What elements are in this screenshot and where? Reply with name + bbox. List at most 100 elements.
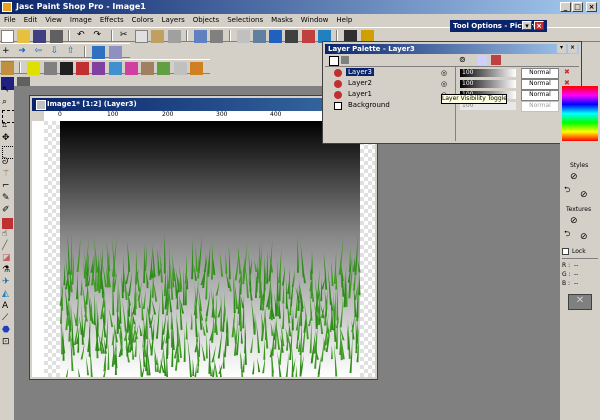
swap-textures-icon[interactable]: ⮌ bbox=[564, 228, 570, 242]
effect-12-icon[interactable] bbox=[189, 62, 203, 75]
opacity-slider[interactable]: 100 bbox=[460, 69, 516, 77]
tool-options-rollup-button[interactable]: ▾ bbox=[522, 21, 532, 30]
effect-9-icon[interactable] bbox=[141, 62, 155, 75]
foreground-texture-icon[interactable]: ⊘ bbox=[570, 216, 578, 226]
print-icon[interactable] bbox=[49, 30, 63, 43]
arrow-down-icon[interactable]: ⇩ bbox=[50, 46, 63, 59]
delete-layer-icon[interactable] bbox=[341, 56, 349, 64]
scratch-remover-icon[interactable]: ╱ bbox=[2, 242, 13, 253]
layer-row-layer3[interactable]: Layer3 ◎ 100 Normal ✖ bbox=[326, 68, 578, 79]
effect-11-icon[interactable] bbox=[173, 62, 187, 75]
crop-tool-icon[interactable]: ⌗ bbox=[2, 122, 13, 133]
undo-icon[interactable]: ↶ bbox=[76, 30, 89, 43]
menu-image[interactable]: Image bbox=[66, 14, 96, 24]
zoom-tool-icon[interactable]: ⌕ bbox=[2, 98, 13, 109]
lasso-tool-icon[interactable]: ᘐ bbox=[2, 158, 13, 169]
eraser-tool-icon[interactable]: ◪ bbox=[2, 254, 13, 265]
close-button[interactable]: × bbox=[586, 2, 597, 12]
layers-icon[interactable] bbox=[301, 30, 315, 43]
effect-7-icon[interactable] bbox=[108, 62, 122, 75]
effect-1-icon[interactable] bbox=[1, 62, 14, 75]
dropper-tool-icon[interactable]: ⌐ bbox=[2, 182, 13, 193]
effect-10-icon[interactable] bbox=[157, 62, 171, 75]
paste-new-icon[interactable] bbox=[167, 30, 181, 43]
image-map-icon[interactable] bbox=[108, 46, 122, 59]
layer-name[interactable]: Layer1 bbox=[348, 90, 372, 98]
background-style-icon[interactable]: ⊘ bbox=[580, 190, 588, 200]
magic-wand-icon[interactable]: ⚚ bbox=[2, 170, 13, 181]
opacity-header-icon[interactable] bbox=[477, 55, 487, 65]
swap-styles-icon[interactable]: ⮌ bbox=[564, 184, 570, 198]
cut-icon[interactable]: ✂ bbox=[119, 30, 132, 43]
menu-edit[interactable]: Edit bbox=[20, 14, 42, 24]
layer-palette-rollup-button[interactable]: ▾ bbox=[557, 44, 566, 53]
arrow-tool-icon[interactable]: ↖ bbox=[2, 86, 13, 97]
effect-6-icon[interactable] bbox=[92, 62, 106, 75]
layer-row-layer2[interactable]: Layer2 ◎ 100 Normal ✖ bbox=[326, 79, 578, 90]
screen-capture-icon[interactable] bbox=[210, 30, 224, 43]
layer-palette[interactable]: Layer Palette - Layer3 ▾ × ⊚ Layer3 ◎ 10… bbox=[322, 41, 582, 144]
effect-3-icon[interactable] bbox=[43, 62, 57, 75]
maximize-button[interactable]: □ bbox=[572, 2, 583, 12]
image-canvas[interactable] bbox=[44, 121, 375, 377]
effect-4-icon[interactable] bbox=[59, 62, 73, 75]
menu-effects[interactable]: Effects bbox=[96, 14, 128, 24]
menu-layers[interactable]: Layers bbox=[158, 14, 189, 24]
browse-icon[interactable] bbox=[194, 30, 208, 43]
mover-tool-icon[interactable]: ✥ bbox=[2, 134, 13, 145]
draw-tool-icon[interactable]: ⟋ bbox=[2, 314, 13, 325]
blend-header-icon[interactable] bbox=[491, 55, 501, 65]
menu-file[interactable]: File bbox=[0, 14, 20, 24]
blend-mode-select[interactable]: Normal bbox=[521, 79, 559, 90]
effect-8-icon[interactable] bbox=[124, 62, 138, 75]
color-replacer-icon[interactable] bbox=[2, 218, 13, 229]
zoom-in-icon[interactable] bbox=[236, 30, 250, 43]
globe-icon[interactable] bbox=[92, 46, 106, 59]
overview-icon[interactable] bbox=[285, 30, 299, 43]
new-layer-icon[interactable] bbox=[329, 56, 339, 66]
clone-brush-icon[interactable]: ✐ bbox=[2, 206, 13, 217]
layer-name[interactable]: Layer2 bbox=[348, 79, 372, 87]
arrow-left-icon[interactable]: ⇦ bbox=[33, 46, 46, 59]
lock-checkbox[interactable] bbox=[562, 248, 569, 255]
effect-2-icon[interactable] bbox=[27, 62, 41, 75]
flood-fill-icon[interactable]: ◭ bbox=[2, 290, 13, 301]
effect-5-icon[interactable] bbox=[76, 62, 90, 75]
opacity-slider[interactable]: 100 bbox=[460, 80, 516, 88]
picture-tube-icon[interactable]: ⚗ bbox=[2, 266, 13, 277]
preset-shapes-icon[interactable]: ⬣ bbox=[2, 326, 13, 337]
menu-selections[interactable]: Selections bbox=[223, 14, 267, 24]
minimize-button[interactable]: _ bbox=[560, 2, 571, 12]
palette-icon[interactable] bbox=[252, 30, 266, 43]
save-icon[interactable] bbox=[33, 30, 47, 43]
menu-objects[interactable]: Objects bbox=[189, 14, 223, 24]
layer-visibility-icon[interactable]: ◎ bbox=[441, 69, 447, 77]
layer-name[interactable]: Layer3 bbox=[346, 68, 374, 76]
arrow-right-icon[interactable]: ➜ bbox=[17, 46, 30, 59]
background-texture-icon[interactable]: ⊘ bbox=[580, 232, 588, 242]
menu-view[interactable]: View bbox=[41, 14, 66, 24]
airbrush-icon[interactable]: ✈ bbox=[2, 278, 13, 289]
object-selector-icon[interactable]: ⊡ bbox=[2, 338, 13, 349]
paintbrush-icon[interactable]: ✎ bbox=[2, 194, 13, 205]
blend-mode-select[interactable]: Normal bbox=[521, 90, 559, 101]
layer-lock-icon[interactable]: ✖ bbox=[564, 68, 570, 76]
text-tool-icon[interactable]: A bbox=[2, 302, 13, 313]
open-icon[interactable] bbox=[17, 30, 31, 43]
menu-masks[interactable]: Masks bbox=[267, 14, 297, 24]
histogram-icon[interactable] bbox=[269, 30, 283, 43]
copy-icon[interactable] bbox=[135, 30, 149, 43]
menu-window[interactable]: Window bbox=[297, 14, 333, 24]
color-picker[interactable] bbox=[562, 86, 598, 141]
layer-name[interactable]: Background bbox=[348, 101, 390, 109]
layer-palette-close-button[interactable]: × bbox=[568, 44, 577, 53]
crosshair-icon[interactable]: + bbox=[1, 46, 14, 59]
arrow-up-icon[interactable]: ⇧ bbox=[66, 46, 79, 59]
foreground-style-icon[interactable]: ⊘ bbox=[570, 172, 578, 182]
retouch-tool-icon[interactable]: ☝ bbox=[2, 230, 13, 241]
image-canvas-area[interactable] bbox=[44, 121, 375, 377]
redo-icon[interactable]: ↷ bbox=[92, 30, 105, 43]
tool-options-palette[interactable]: Tool Options - Picture ▾ × bbox=[450, 20, 547, 32]
layer-visibility-icon[interactable]: ◎ bbox=[441, 80, 447, 88]
layer-palette-title-bar[interactable]: Layer Palette - Layer3 ▾ × bbox=[325, 44, 579, 54]
